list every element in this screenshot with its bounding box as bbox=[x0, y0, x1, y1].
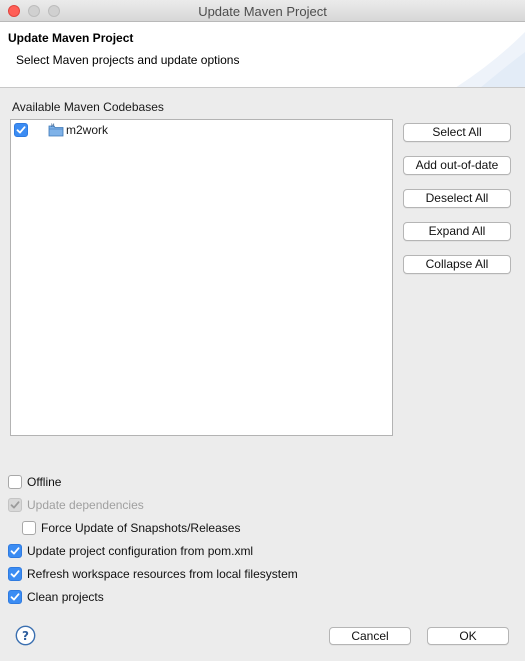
maven-folder-icon: M bbox=[48, 123, 64, 137]
offline-label: Offline bbox=[27, 475, 62, 489]
update-config-label: Update project configuration from pom.xm… bbox=[27, 544, 254, 558]
add-out-of-date-button[interactable]: Add out-of-date bbox=[403, 156, 511, 175]
offline-checkbox[interactable] bbox=[8, 475, 22, 489]
refresh-workspace-checkbox[interactable] bbox=[8, 567, 22, 581]
force-update-option[interactable]: Force Update of Snapshots/Releases bbox=[22, 520, 240, 536]
header-description: Select Maven projects and update options bbox=[16, 53, 240, 67]
m2work-checkbox[interactable] bbox=[14, 123, 28, 137]
select-all-button[interactable]: Select All bbox=[403, 123, 511, 142]
codebases-tree[interactable]: M m2work bbox=[10, 119, 393, 436]
update-config-checkbox[interactable] bbox=[8, 544, 22, 558]
clean-projects-option[interactable]: Clean projects bbox=[8, 589, 104, 605]
deselect-all-button[interactable]: Deselect All bbox=[403, 189, 511, 208]
svg-text:M: M bbox=[51, 123, 55, 128]
header-banner-art bbox=[456, 32, 525, 87]
dialog-header: Update Maven Project Select Maven projec… bbox=[0, 22, 525, 88]
title-bar: Update Maven Project bbox=[0, 0, 525, 22]
ok-button[interactable]: OK bbox=[427, 627, 509, 645]
window-title: Update Maven Project bbox=[198, 4, 327, 19]
refresh-workspace-option[interactable]: Refresh workspace resources from local f… bbox=[8, 566, 298, 582]
offline-option[interactable]: Offline bbox=[8, 474, 61, 490]
svg-text:?: ? bbox=[22, 629, 29, 643]
force-update-checkbox[interactable] bbox=[22, 521, 36, 535]
expand-all-button[interactable]: Expand All bbox=[403, 222, 511, 241]
update-dependencies-label: Update dependencies bbox=[27, 498, 144, 512]
update-dependencies-option: Update dependencies bbox=[8, 497, 144, 513]
codebases-label: Available Maven Codebases bbox=[12, 100, 164, 114]
force-update-label: Force Update of Snapshots/Releases bbox=[41, 521, 241, 535]
tree-item-m2work[interactable]: M m2work bbox=[14, 122, 390, 138]
tree-item-label: m2work bbox=[66, 123, 109, 137]
clean-projects-checkbox[interactable] bbox=[8, 590, 22, 604]
update-dependencies-checkbox bbox=[8, 498, 22, 512]
help-icon[interactable]: ? bbox=[15, 625, 36, 646]
update-config-option[interactable]: Update project configuration from pom.xm… bbox=[8, 543, 253, 559]
update-maven-project-dialog: Update Maven Project Update Maven Projec… bbox=[0, 0, 525, 661]
collapse-all-button[interactable]: Collapse All bbox=[403, 255, 511, 274]
refresh-workspace-label: Refresh workspace resources from local f… bbox=[27, 567, 298, 581]
cancel-button[interactable]: Cancel bbox=[329, 627, 411, 645]
header-title: Update Maven Project bbox=[8, 31, 134, 45]
clean-projects-label: Clean projects bbox=[27, 590, 104, 604]
